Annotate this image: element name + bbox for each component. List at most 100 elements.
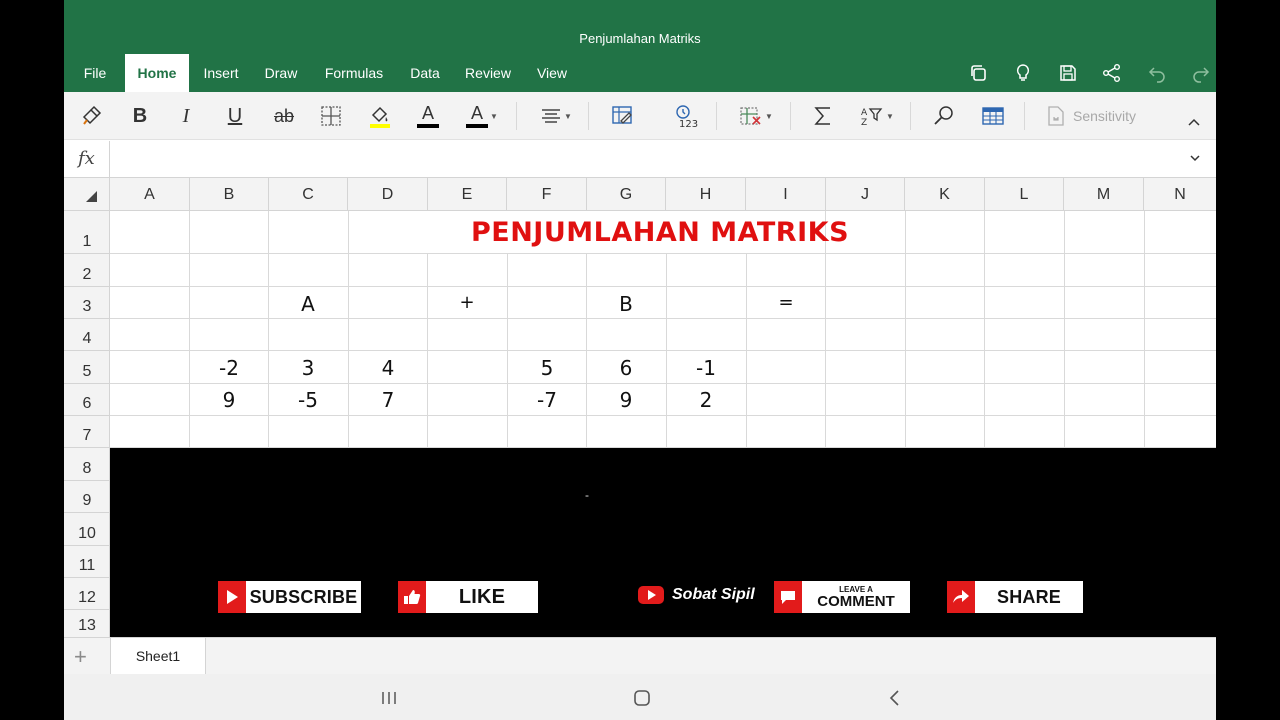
tab-insert[interactable]: Insert (196, 54, 246, 92)
subscribe-button[interactable]: SUBSCRIBE (218, 581, 361, 613)
save-icon[interactable] (1055, 60, 1081, 86)
underline-button[interactable]: U (222, 102, 248, 130)
fx-icon[interactable]: fx (78, 148, 95, 169)
sensitivity-icon[interactable] (1044, 102, 1068, 130)
tab-file[interactable]: File (72, 54, 118, 92)
expand-formula-icon[interactable] (1188, 151, 1202, 170)
column-headers: A B C D E F G H I J K L M N (64, 178, 1216, 211)
comment-label-group: LEAVE A COMMENT (802, 585, 910, 610)
tab-draw[interactable]: Draw (258, 54, 304, 92)
gridline (268, 211, 269, 448)
cell-i3[interactable]: = (746, 292, 826, 313)
sheet-tab-sheet1[interactable]: Sheet1 (110, 638, 206, 675)
cell-e3[interactable]: + (427, 292, 507, 313)
plus-icon[interactable]: + (74, 644, 87, 670)
row-header-8[interactable]: 8 (64, 448, 110, 481)
row-headers: 1 2 3 4 5 6 7 8 9 10 11 12 13 (64, 211, 110, 637)
cell-grid[interactable]: PENJUMLAHAN MATRIKS A + B = -2 3 4 9 -5 … (110, 211, 1216, 448)
insert-delete-icon[interactable]: ▼ (736, 102, 776, 130)
column-header-j[interactable]: J (826, 178, 905, 211)
comment-label: COMMENT (817, 592, 895, 610)
cell-h5[interactable]: -1 (666, 356, 746, 380)
column-header-a[interactable]: A (110, 178, 190, 211)
row-header-13[interactable]: 13 (64, 610, 110, 637)
row-header-7[interactable]: 7 (64, 416, 110, 448)
column-header-i[interactable]: I (746, 178, 826, 211)
row-header-2[interactable]: 2 (64, 254, 110, 287)
undo-icon[interactable] (1144, 60, 1170, 86)
column-header-n[interactable]: N (1144, 178, 1216, 211)
document-title: Penjumlahan Matriks (579, 31, 701, 46)
row-header-3[interactable]: 3 (64, 287, 110, 319)
comment-button[interactable]: LEAVE A COMMENT (774, 581, 910, 613)
row-header-6[interactable]: 6 (64, 384, 110, 416)
cell-b5[interactable]: -2 (189, 356, 269, 380)
tab-review[interactable]: Review (460, 54, 516, 92)
font-color-button[interactable]: A (414, 102, 442, 130)
gridline (666, 254, 667, 448)
column-header-b[interactable]: B (190, 178, 269, 211)
lightbulb-icon[interactable] (1010, 60, 1036, 86)
cell-g6[interactable]: 9 (586, 388, 666, 412)
back-icon[interactable] (883, 686, 907, 710)
share-button[interactable]: SHARE (947, 581, 1083, 613)
cell-g3[interactable]: B (586, 292, 666, 316)
chevron-down-icon: ▼ (765, 111, 773, 121)
tab-formulas[interactable]: Formulas (318, 54, 390, 92)
wrap-text-icon[interactable] (609, 102, 637, 130)
italic-button[interactable]: I (174, 102, 198, 130)
column-header-l[interactable]: L (985, 178, 1064, 211)
collapse-ribbon-icon[interactable] (1182, 108, 1206, 136)
cell-c3[interactable]: A (268, 292, 348, 316)
tab-home[interactable]: Home (125, 54, 189, 92)
cell-g5[interactable]: 6 (586, 356, 666, 380)
align-icon[interactable]: ▼ (536, 102, 576, 130)
toolbar-divider (790, 102, 791, 130)
row-header-11[interactable]: 11 (64, 546, 110, 578)
cell-b6[interactable]: 9 (189, 388, 269, 412)
redo-icon[interactable] (1188, 60, 1214, 86)
column-header-f[interactable]: F (507, 178, 587, 211)
copy-icon[interactable] (965, 60, 991, 86)
row-header-12[interactable]: 12 (64, 578, 110, 610)
select-all-corner[interactable] (64, 178, 110, 211)
format-as-table-icon[interactable] (979, 102, 1007, 130)
column-header-c[interactable]: C (269, 178, 348, 211)
bold-button[interactable]: B (126, 102, 154, 130)
find-icon[interactable] (930, 102, 958, 130)
column-header-d[interactable]: D (348, 178, 428, 211)
cell-d5[interactable]: 4 (348, 356, 428, 380)
row-header-5[interactable]: 5 (64, 351, 110, 384)
row-header-10[interactable]: 10 (64, 513, 110, 546)
cell-f6[interactable]: -7 (507, 388, 587, 412)
sort-filter-icon[interactable]: AZ ▼ (857, 102, 897, 130)
sensitivity-button[interactable]: Sensitivity (1073, 108, 1136, 124)
column-header-h[interactable]: H (666, 178, 746, 211)
borders-icon[interactable] (318, 102, 344, 130)
cell-f5[interactable]: 5 (507, 356, 587, 380)
sheet-title-cell[interactable]: PENJUMLAHAN MATRIKS (380, 217, 940, 248)
format-painter-icon[interactable] (78, 102, 106, 130)
column-header-e[interactable]: E (428, 178, 507, 211)
fill-color-icon[interactable] (366, 102, 394, 130)
cell-h6[interactable]: 2 (666, 388, 746, 412)
row-header-9[interactable]: 9 (64, 481, 110, 513)
column-header-k[interactable]: K (905, 178, 985, 211)
autosum-icon[interactable] (810, 102, 836, 130)
font-color-dropdown[interactable]: A ▼ (462, 102, 502, 130)
cell-c6[interactable]: -5 (268, 388, 348, 412)
column-header-m[interactable]: M (1064, 178, 1144, 211)
row-header-4[interactable]: 4 (64, 319, 110, 351)
strikethrough-button[interactable]: ab (269, 102, 299, 130)
column-header-g[interactable]: G (587, 178, 666, 211)
row-header-1[interactable]: 1 (64, 211, 110, 254)
recent-apps-icon[interactable] (377, 686, 401, 710)
share-icon[interactable] (1099, 60, 1125, 86)
tab-view[interactable]: View (530, 54, 574, 92)
home-icon[interactable] (630, 686, 654, 710)
like-button[interactable]: LIKE (398, 581, 538, 613)
number-format-icon[interactable]: 123 (672, 102, 700, 130)
cell-d6[interactable]: 7 (348, 388, 428, 412)
cell-c5[interactable]: 3 (268, 356, 348, 380)
tab-data[interactable]: Data (404, 54, 446, 92)
